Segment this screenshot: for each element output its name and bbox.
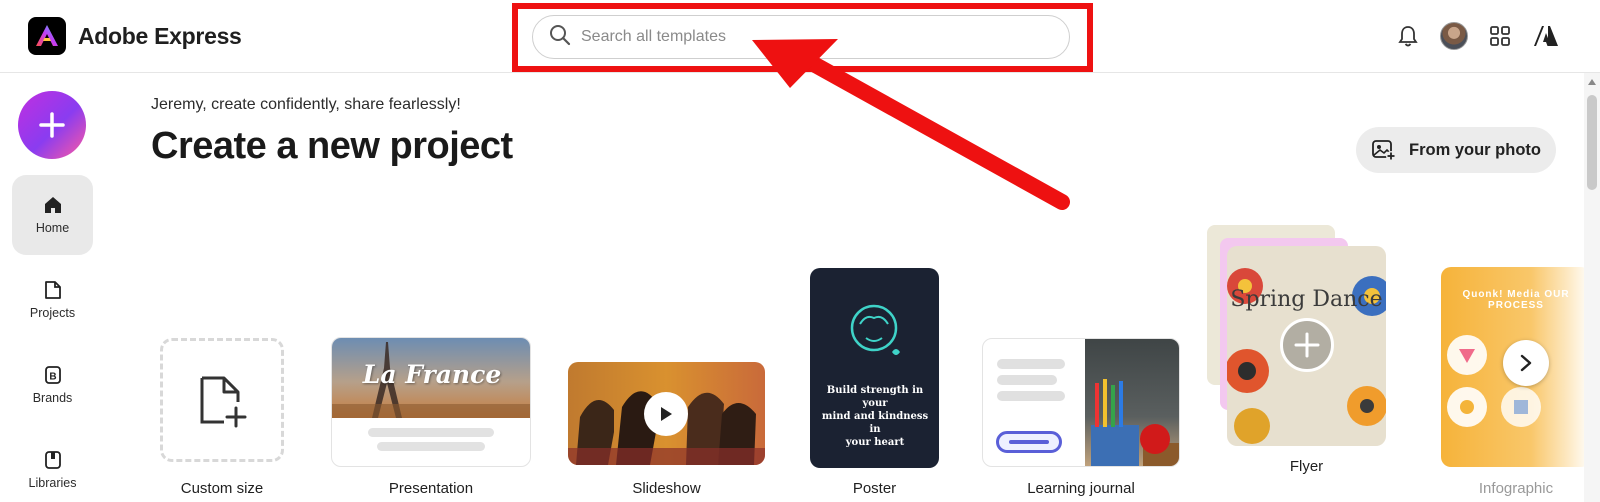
adobe-logo-icon[interactable] [1532, 20, 1560, 52]
poster-text-line: your heart [845, 437, 905, 448]
placeholder-line [997, 375, 1057, 385]
sidebar-item-label: Brands [32, 391, 73, 405]
user-avatar-image [1440, 22, 1468, 50]
from-photo-label: From your photo [1409, 140, 1541, 159]
page-title: Create a new project [151, 125, 513, 167]
scroll-thumb[interactable] [1587, 95, 1597, 190]
sidebar-item-home[interactable]: Home [12, 175, 93, 255]
presentation-thumb-title: La France [362, 360, 502, 389]
card-label-slideshow: Slideshow [632, 480, 701, 497]
journal-button-graphic [996, 431, 1062, 453]
file-icon [44, 281, 61, 299]
infographic-thumb-title: Quonk! Media OUR PROCESS [1462, 289, 1570, 311]
bell-icon[interactable] [1394, 20, 1422, 52]
app-name: Adobe Express [78, 22, 242, 49]
poster-thumb-text: Build strength in your mind and kindness… [820, 384, 930, 449]
sidebar-item-label: Home [35, 221, 70, 235]
greeting-text: Jeremy, create confidently, share fearle… [151, 96, 461, 113]
svg-text:B: B [49, 372, 56, 383]
sidebar-item-libraries[interactable]: Libraries [12, 430, 93, 502]
brain-head-graphic [850, 304, 900, 355]
pencils-apple-graphic [1091, 379, 1179, 466]
avatar[interactable] [1440, 20, 1468, 52]
journal-thumbnail-image [1085, 339, 1179, 466]
card-custom-size[interactable] [160, 338, 284, 462]
card-slideshow[interactable] [568, 362, 765, 465]
sidebar-item-brands[interactable]: B Brands [12, 345, 93, 425]
placeholder-line [997, 391, 1065, 401]
placeholder-line [368, 428, 494, 437]
library-icon [44, 451, 61, 469]
plus-icon [1294, 332, 1320, 358]
sidebar-item-label: Libraries [28, 476, 77, 490]
header-actions [1394, 20, 1560, 52]
card-label-infographic: Infographic [1478, 480, 1554, 497]
custom-size-icon [200, 376, 247, 428]
chevron-right-icon [1520, 354, 1532, 372]
poster-text-line: mind and kindness in [821, 411, 929, 435]
vertical-scrollbar[interactable] [1584, 73, 1600, 502]
home-icon [44, 197, 61, 213]
card-label-custom-size: Custom size [180, 480, 264, 497]
card-label-learning-journal: Learning journal [1027, 480, 1135, 497]
placeholder-line [997, 359, 1065, 369]
adobe-express-logo-icon [28, 17, 66, 55]
placeholder-line [377, 442, 485, 451]
card-presentation[interactable]: La France [331, 337, 531, 467]
create-new-button[interactable] [18, 91, 86, 159]
flyer-thumb-title: Spring Dance [1230, 287, 1383, 312]
carousel-next-button[interactable] [1503, 340, 1549, 386]
highlight-box [512, 3, 1093, 72]
card-learning-journal[interactable] [982, 338, 1180, 467]
sidebar-item-projects[interactable]: Projects [12, 260, 93, 340]
from-photo-button[interactable]: From your photo [1356, 127, 1556, 173]
scroll-up-arrow-icon[interactable] [1588, 79, 1596, 85]
brand[interactable]: Adobe Express [28, 17, 242, 55]
play-button[interactable] [644, 392, 688, 436]
sidebar: Home Projects B Brands Libraries [0, 73, 105, 502]
card-label-presentation: Presentation [388, 480, 474, 497]
sidebar-item-label: Projects [29, 306, 76, 320]
poster-text-line: Build strength in your [826, 385, 924, 409]
plus-icon [39, 112, 65, 138]
apps-grid-icon[interactable] [1486, 20, 1514, 52]
brand-icon: B [44, 366, 61, 384]
card-flyer[interactable]: Spring Dance [1227, 246, 1386, 446]
play-icon [661, 407, 672, 421]
flyer-add-button[interactable] [1280, 318, 1334, 372]
card-poster[interactable]: Build strength in your mind and kindness… [810, 268, 939, 468]
photo-add-icon [1372, 140, 1396, 161]
card-label-flyer: Flyer [1289, 458, 1324, 475]
card-label-poster: Poster [852, 480, 897, 497]
